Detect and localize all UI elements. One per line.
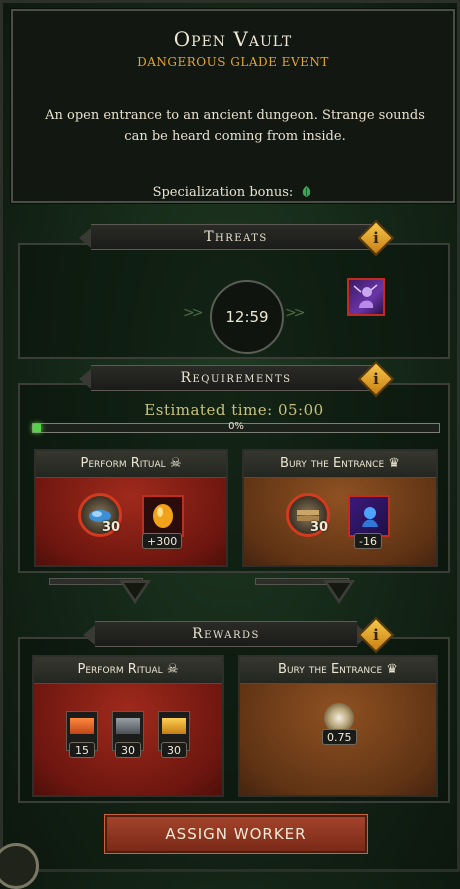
event-header: Open Vault DANGEROUS GLADE EVENT An open… — [10, 8, 456, 204]
estimated-time: Estimated time: 05:00 — [144, 401, 324, 419]
info-icon: i — [373, 626, 379, 644]
threats-panel: 12:59 >> >> — [18, 243, 450, 359]
requirement-perform-ritual[interactable]: Perform Ritual ☠ 30 +300 — [34, 449, 228, 567]
corner-ornament — [0, 843, 39, 889]
ritual-resource-amount: 30 — [102, 520, 121, 535]
leaf-icon — [303, 185, 311, 198]
threats-header: Threats — [79, 224, 393, 250]
amber-gem-icon — [142, 495, 184, 537]
arrow-down-icon — [323, 580, 355, 604]
specialization-bonus: Specialization bonus: — [13, 185, 453, 200]
progress-bar: 0% — [32, 421, 440, 433]
threat-timer: 12:59 — [210, 280, 284, 354]
connector-left — [49, 578, 151, 604]
requirements-header: Requirements — [79, 365, 393, 391]
event-title: Open Vault — [173, 27, 293, 51]
crown-icon: ♛ — [386, 662, 398, 677]
assign-worker-button[interactable]: ASSIGN WORKER — [104, 814, 368, 854]
requirement-title: Bury the Entrance ♛ — [244, 451, 436, 478]
specialization-label: Specialization bonus: — [152, 185, 294, 200]
ritual-effect-badge: +300 — [142, 533, 183, 549]
arrow-down-icon — [119, 580, 151, 604]
requirements-panel: Estimated time: 05:00 0% Perform Ritual … — [18, 383, 450, 573]
iron-ingot-icon[interactable]: 30 — [112, 711, 144, 758]
chevron-right-icon: >> — [183, 305, 204, 321]
copper-bar-icon[interactable]: 15 — [66, 711, 98, 758]
reward-bury-entrance: Bury the Entrance ♛ 0.75 — [238, 655, 438, 797]
info-icon: i — [373, 370, 379, 388]
event-description: An open entrance to an ancient dungeon. … — [45, 108, 425, 144]
reward-title: Bury the Entrance ♛ — [240, 657, 436, 684]
skull-icon: ☠ — [169, 456, 182, 471]
crown-icon: ♛ — [388, 456, 400, 471]
skull-icon: ☠ — [166, 662, 179, 677]
requirement-title: Perform Ritual ☠ — [36, 451, 226, 478]
rewards-panel: Perform Ritual ☠ 15 30 30 Bury the Entra… — [18, 637, 450, 803]
chevron-right-icon: >> — [285, 305, 306, 321]
reward-amount: 0.75 — [322, 729, 357, 745]
event-subtitle: DANGEROUS GLADE EVENT — [137, 55, 329, 69]
reward-amount: 15 — [69, 742, 95, 758]
gold-bars-icon[interactable]: 30 — [158, 711, 190, 758]
reward-perform-ritual: Perform Ritual ☠ 15 30 30 — [32, 655, 224, 797]
rewards-header: Rewards — [83, 621, 369, 647]
requirement-bury-entrance[interactable]: Bury the Entrance ♛ 30 -16 — [242, 449, 438, 567]
reward-amount: 30 — [115, 742, 141, 758]
reward-title-text: Bury the Entrance — [278, 662, 383, 677]
reward-title-text: Perform Ritual — [77, 662, 163, 677]
spirit-bird-icon — [348, 495, 390, 537]
connector-right — [255, 578, 355, 604]
reward-title: Perform Ritual ☠ — [34, 657, 222, 684]
requirement-title-text: Bury the Entrance — [280, 456, 385, 471]
progress-label: 0% — [228, 421, 244, 432]
bury-resource-amount: 30 — [310, 520, 329, 535]
cursed-figure-icon[interactable] — [347, 278, 385, 316]
reward-amount: 30 — [161, 742, 187, 758]
event-window: Open Vault DANGEROUS GLADE EVENT An open… — [0, 0, 460, 889]
bury-effect-badge: -16 — [354, 533, 382, 549]
requirement-title-text: Perform Ritual — [80, 456, 166, 471]
info-icon: i — [373, 229, 379, 247]
